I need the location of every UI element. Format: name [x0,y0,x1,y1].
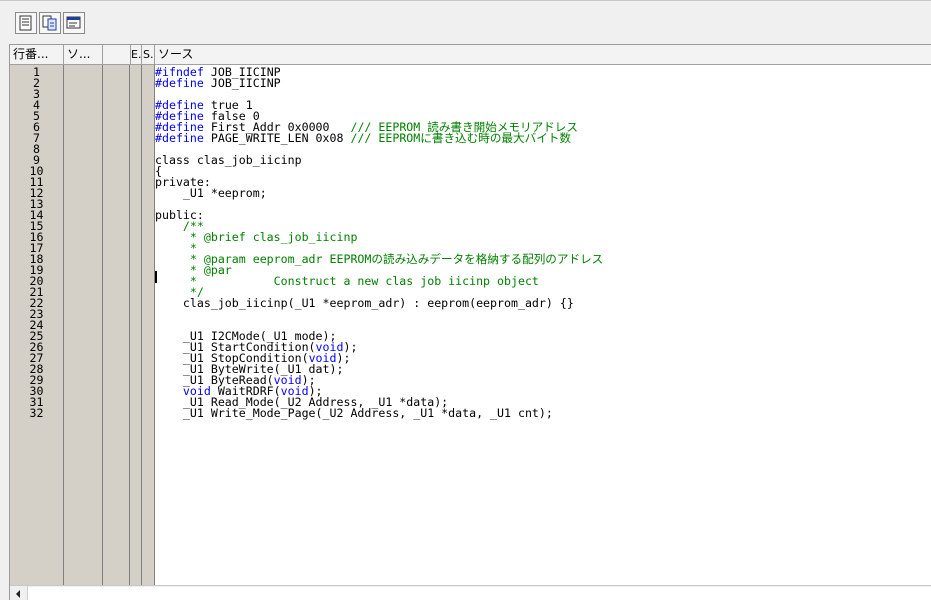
code-line[interactable]: class clas_job_iicinp [155,153,302,167]
code-token: clas_job_iicinp(_U1 *eeprom_adr) : eepro… [155,296,574,310]
code-line[interactable]: #define JOB_IICINP [155,76,281,90]
code-token: _U1 *eeprom; [155,186,267,200]
source-editor: 行番... ソ... E... S... ソース 123456789101112… [9,44,931,600]
comment-token: /// EEPROMに書き込む時の最大バイト数 [350,131,571,145]
comment-token: * Construct a new clas job iicinp object [155,274,539,288]
code-line[interactable]: * Construct a new clas job iicinp object [155,274,539,288]
code-line[interactable]: _U1 *eeprom; [155,186,267,200]
status-gutter [142,65,155,585]
code-line[interactable]: #define PAGE_WRITE_LEN 0x08 /// EEPROMに書… [155,131,571,145]
code-token: _U1 Write_Mode_Page(_U2 Address, _U1 *da… [155,406,553,420]
disassembly-view-icon [66,16,81,29]
column-header-status[interactable]: S... [142,45,155,64]
source-address-gutter [64,65,103,585]
code-token: class clas_job_iicinp [155,153,302,167]
horizontal-scrollbar[interactable] [10,585,931,600]
source-view-icon [19,15,32,31]
column-header: 行番... ソ... E... S... ソース [10,45,931,65]
code-token: JOB_IICINP [203,76,281,90]
line-number: 32 [29,406,44,420]
scroll-track[interactable] [28,587,931,600]
column-header-source-address[interactable]: ソ... [64,45,103,64]
code-line[interactable]: _U1 Write_Mode_Page(_U2 Address, _U1 *da… [155,406,553,420]
keyword-token: #define [155,76,204,90]
line-number-gutter: 1 2 3 4 5 6 7 8 9 10 11 12 13 14 15 16 17 18 19 20 21 22 23 24 2… [10,65,64,585]
view-mode-buttons [15,12,87,34]
scroll-left-arrow-icon[interactable] [10,586,28,600]
toolbar [0,0,931,45]
code-line[interactable]: clas_job_iicinp(_U1 *eeprom_adr) : eepro… [155,296,574,310]
mixed-view-button[interactable] [39,12,61,34]
column-header-source[interactable]: ソース [155,45,931,64]
column-header-spacer [103,45,130,64]
blank-gutter [103,65,130,585]
mixed-view-icon [42,15,57,31]
column-header-event[interactable]: E... [130,45,142,64]
column-header-line-number[interactable]: 行番... [10,45,64,64]
source-view-button[interactable] [15,12,37,34]
code-token: PAGE_WRITE_LEN 0x08 [203,131,351,145]
code-area[interactable]: #ifndef JOB_IICINP #define JOB_IICINP #def… [155,65,931,585]
keyword-token: #define [155,131,204,145]
event-gutter[interactable] [130,65,142,585]
disassembly-view-button[interactable] [63,12,85,34]
